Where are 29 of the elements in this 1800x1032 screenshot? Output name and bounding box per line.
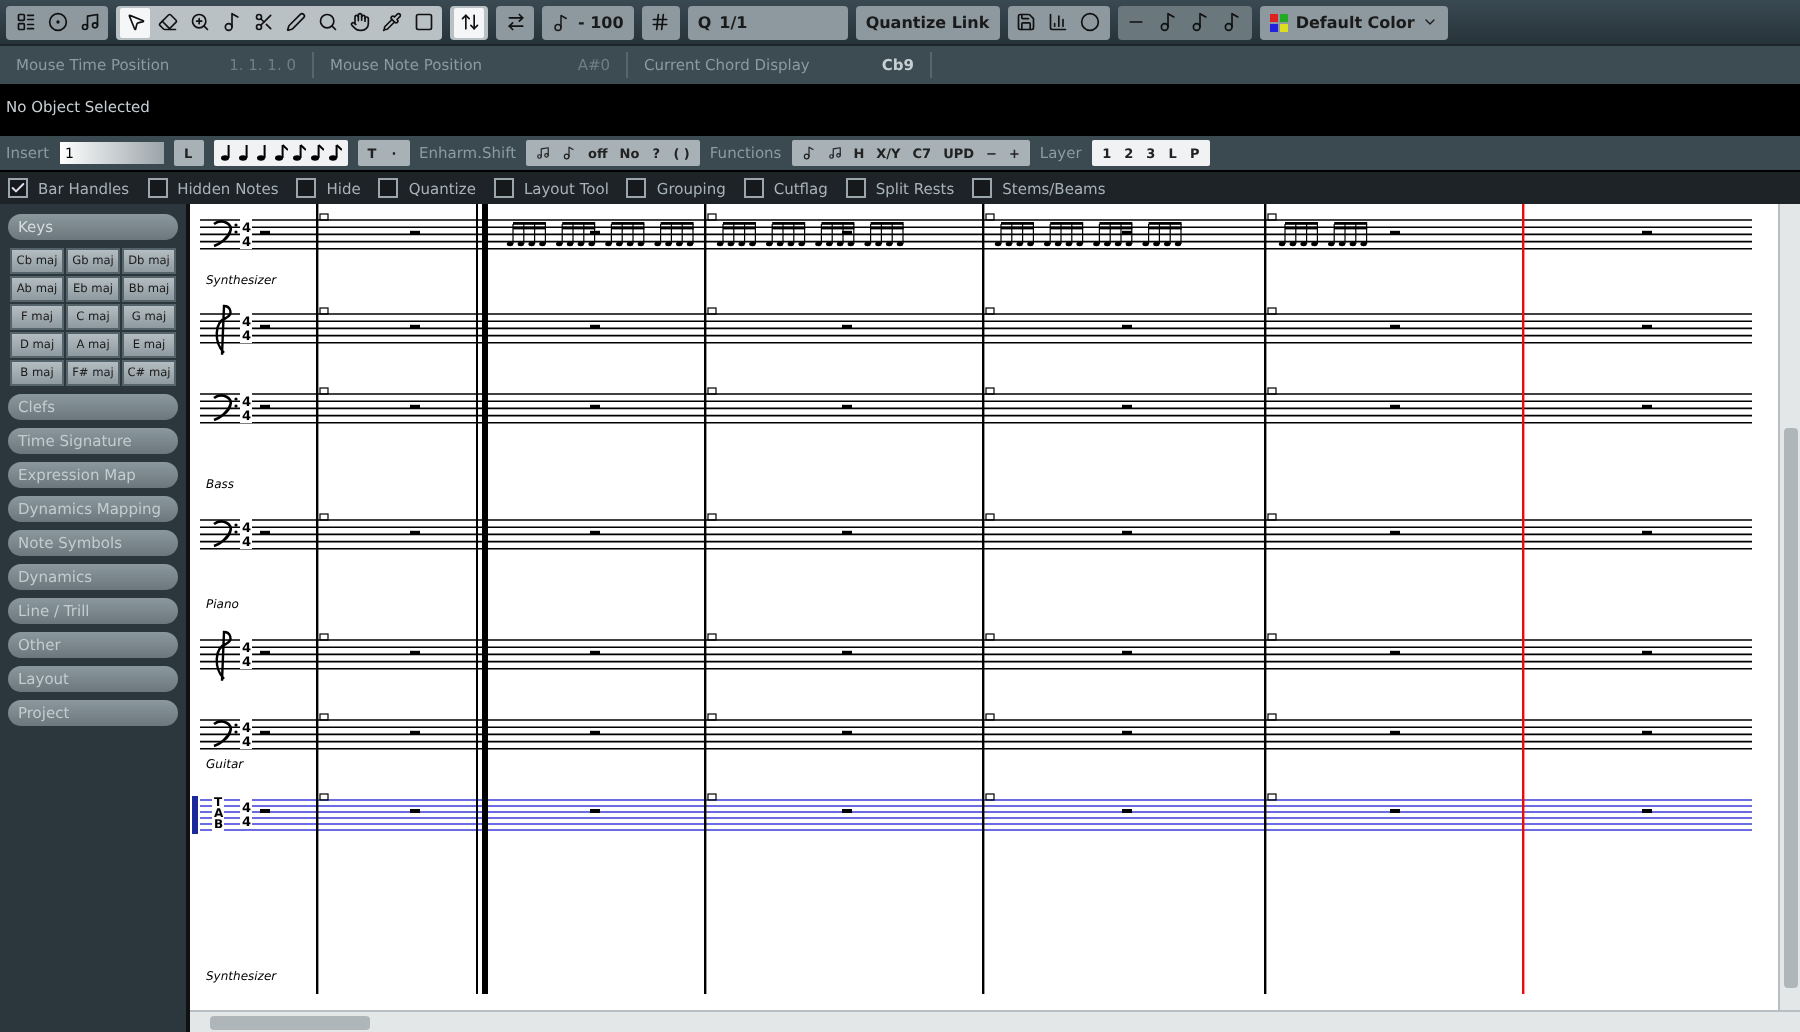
- checkbox[interactable]: [972, 178, 993, 198]
- quantize-dropdown[interactable]: Q 1/1: [687, 5, 848, 39]
- note-icon[interactable]: [237, 144, 252, 162]
- checkbox[interactable]: [378, 178, 399, 198]
- checkbox[interactable]: [743, 178, 764, 198]
- horizontal-scrollbar[interactable]: [190, 1010, 1800, 1032]
- checkbox[interactable]: [296, 178, 317, 198]
- checkmark-icon: [10, 180, 26, 196]
- chevron-icon: [1422, 14, 1439, 30]
- note-button[interactable]: [823, 142, 846, 164]
- note-icon[interactable]: [273, 144, 288, 162]
- note-icon: [552, 13, 570, 31]
- note-icon[interactable]: [219, 144, 234, 162]
- vertical-scrollbar[interactable]: [1778, 204, 1800, 1010]
- note-icon[interactable]: [255, 144, 270, 162]
- tempo-field[interactable]: - 100: [542, 5, 634, 39]
- checkbox[interactable]: [147, 178, 168, 198]
- note-icon[interactable]: [309, 144, 324, 162]
- checkbox[interactable]: [493, 178, 514, 198]
- selection-marker: [192, 796, 198, 834]
- note-icon[interactable]: [291, 144, 306, 162]
- checkbox[interactable]: [845, 178, 866, 198]
- checkbox[interactable]: [8, 178, 28, 198]
- note-icon[interactable]: [327, 144, 342, 162]
- color-dropdown[interactable]: Default Color: [1259, 5, 1449, 39]
- quantize-link-dropdown[interactable]: Quantize Link: [855, 5, 1000, 39]
- color-grid-icon: [1269, 13, 1288, 31]
- checkbox[interactable]: [626, 178, 647, 198]
- pointer-icon[interactable]: [120, 7, 150, 37]
